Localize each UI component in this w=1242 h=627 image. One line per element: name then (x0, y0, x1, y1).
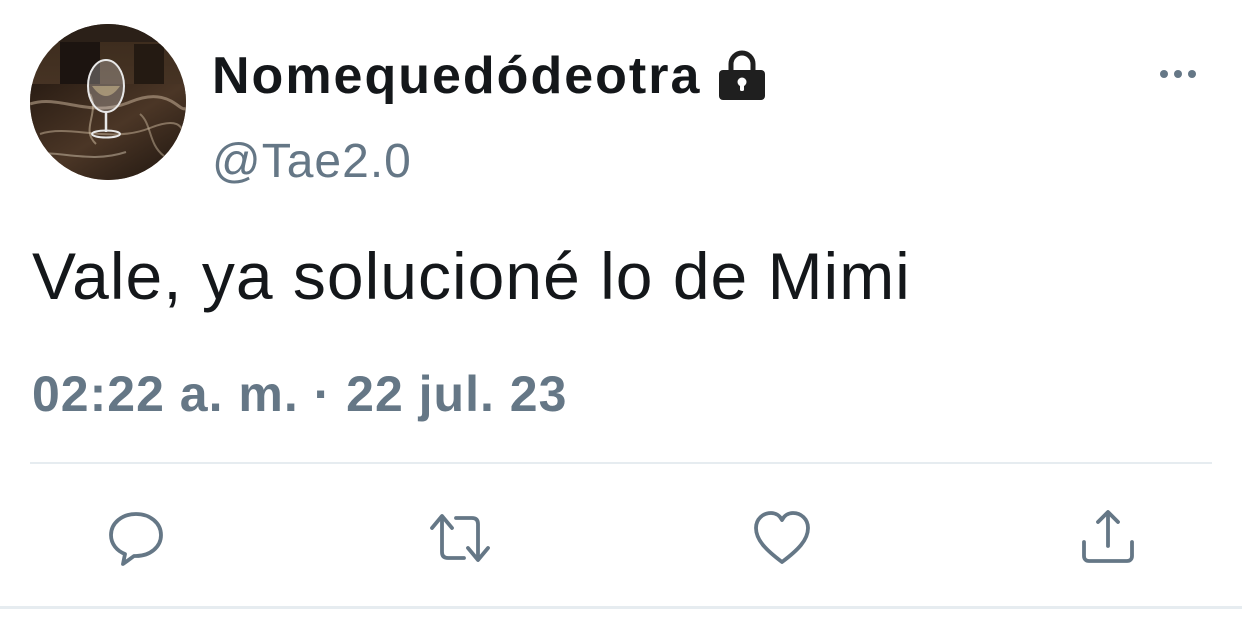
like-button[interactable] (752, 508, 812, 568)
reply-button[interactable] (106, 508, 166, 568)
tweet-timestamp[interactable]: 02:22 a. m. · 22 jul. 23 (32, 362, 567, 426)
more-horizontal-icon[interactable] (1156, 60, 1200, 88)
bottom-divider (0, 606, 1242, 609)
tweet-text: Vale, ya solucioné lo de Mimi (32, 239, 911, 313)
share-icon (1082, 510, 1134, 563)
display-name-row: Nomequedódeotra (212, 44, 771, 108)
wine-glass-photo (30, 24, 186, 180)
divider (30, 462, 1212, 464)
heart-icon (754, 511, 810, 564)
lock-icon (713, 47, 771, 105)
retweet-button[interactable] (428, 508, 490, 568)
share-button[interactable] (1078, 508, 1138, 568)
retweet-icon (430, 514, 490, 562)
user-handle[interactable]: @Tae2.0 (212, 132, 412, 192)
avatar[interactable] (30, 24, 186, 180)
display-name[interactable]: Nomequedódeotra (212, 44, 701, 108)
reply-icon (109, 512, 163, 566)
